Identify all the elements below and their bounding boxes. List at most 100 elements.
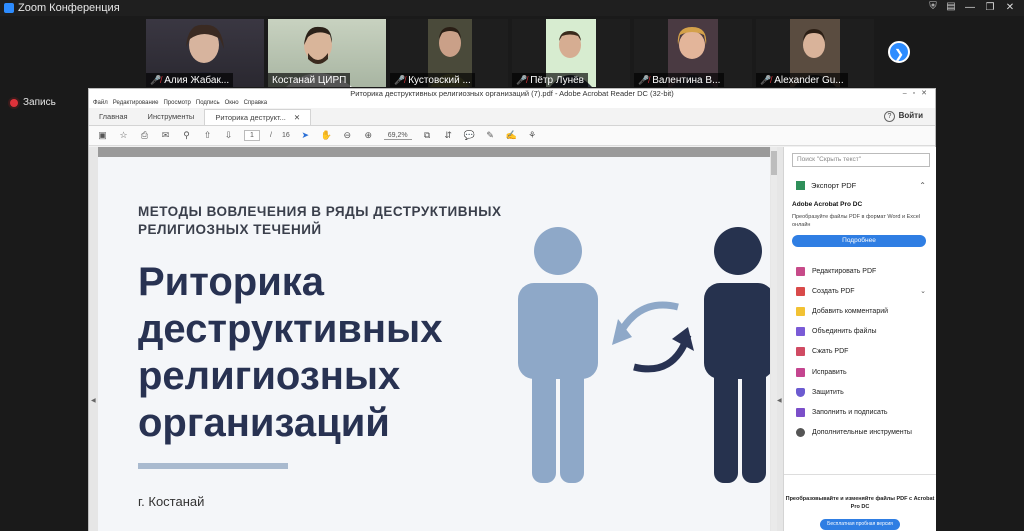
maximize-button[interactable]: ❐ xyxy=(980,0,1000,16)
slide-subtitle-line: МЕТОДЫ ВОВЛЕЧЕНИЯ В РЯДЫ ДЕСТРУКТИВНЫХ xyxy=(138,204,502,219)
chevron-right-icon[interactable]: ❯ xyxy=(888,41,910,63)
select-cursor-icon[interactable]: ➤ xyxy=(300,130,311,141)
slide-title-line: религиозных xyxy=(138,354,401,398)
participant-tile-active[interactable]: Костанай ЦИРП xyxy=(268,19,386,87)
tools-search-input[interactable]: Поиск "Скрыть текст" xyxy=(792,153,930,167)
chevron-up-icon[interactable]: ⌃ xyxy=(919,181,926,190)
participant-tile[interactable]: 🎤̸ Кустовский ... xyxy=(390,19,508,87)
record-dot-icon xyxy=(10,98,18,107)
participant-tile[interactable]: 🎤̸ Алия Жабак... xyxy=(146,19,264,87)
promo-title: Adobe Acrobat Pro DC xyxy=(792,201,863,208)
participant-tile[interactable]: 🎤̸ Пётр Лунёв xyxy=(512,19,630,87)
acrobat-titlebar: Риторика деструктивных религиозных орган… xyxy=(89,89,935,99)
tab-document[interactable]: Риторика деструкт... ✕ xyxy=(204,109,312,126)
learn-more-button[interactable]: Подробнее xyxy=(792,235,926,247)
shield-icon[interactable]: ⛨ xyxy=(926,0,940,14)
zoom-in-icon[interactable]: ⊕ xyxy=(363,130,374,141)
scrollbar-thumb[interactable] xyxy=(771,151,777,175)
participant-name: Кустовский ... xyxy=(408,74,471,86)
redact-icon xyxy=(796,367,805,377)
tool-redact[interactable]: Исправить xyxy=(784,362,936,382)
export-pdf-item[interactable]: Экспорт PDF ⌃ xyxy=(784,179,936,191)
page-number-input[interactable]: 1 xyxy=(244,130,260,141)
menu-sign[interactable]: Подпись xyxy=(196,99,220,108)
participant-name: Alexander Gu... xyxy=(774,74,844,86)
tool-create-pdf[interactable]: Создать PDF ⌄ xyxy=(784,281,936,301)
hand-tool-icon[interactable]: ✋ xyxy=(321,130,332,141)
tool-edit-pdf[interactable]: Редактировать PDF xyxy=(784,261,936,281)
close-button[interactable]: ✕ xyxy=(1000,0,1020,16)
menu-file[interactable]: Файл xyxy=(93,99,108,108)
view-options-icon[interactable]: ▤ xyxy=(944,0,958,14)
participant-name: Пётр Лунёв xyxy=(530,74,584,86)
tool-fill-sign[interactable]: Заполнить и подписать xyxy=(784,402,936,422)
sign-icon[interactable]: ✍ xyxy=(506,130,517,141)
slide-title: Риторика деструктивных религиозных орган… xyxy=(138,259,442,447)
tab-tools[interactable]: Инструменты xyxy=(138,109,205,125)
menu-view[interactable]: Просмотр xyxy=(163,99,190,108)
create-pdf-icon xyxy=(796,286,805,296)
comment-icon[interactable]: 💬 xyxy=(464,130,475,141)
free-trial-button[interactable]: Бесплатная пробная версия xyxy=(820,519,900,530)
menu-edit[interactable]: Редактирование xyxy=(113,99,159,108)
highlight-pen-icon[interactable]: ✎ xyxy=(485,130,496,141)
next-page-icon[interactable]: ⇩ xyxy=(223,130,234,141)
zoom-select[interactable]: 69,2% xyxy=(383,132,412,140)
vertical-scrollbar[interactable] xyxy=(771,147,777,531)
tool-combine-files[interactable]: Объединить файлы xyxy=(784,322,936,342)
acrobat-pro-promo: Adobe Acrobat Pro DC Преобразуйте файлы … xyxy=(784,191,936,247)
email-icon[interactable]: ✉ xyxy=(160,130,171,141)
close-tab-icon[interactable]: ✕ xyxy=(294,110,300,126)
tool-label: Объединить файлы xyxy=(812,328,877,336)
right-panel-toggle-icon[interactable]: ◀ xyxy=(777,397,782,404)
zoom-logo-icon xyxy=(4,3,14,13)
chevron-down-icon[interactable]: ⌄ xyxy=(920,287,926,295)
mic-muted-icon: 🎤̸ xyxy=(394,74,406,85)
recording-label: Запись xyxy=(23,97,56,108)
slide-title-line: деструктивных xyxy=(138,307,443,351)
acrobat-window-controls[interactable]: –▫✕ xyxy=(903,89,933,99)
minimize-button[interactable]: — xyxy=(960,0,980,16)
tool-label: Сжать PDF xyxy=(812,348,849,356)
tool-label: Добавить комментарий xyxy=(812,307,889,315)
participant-name: Валентина В... xyxy=(652,74,721,86)
search-icon[interactable]: ⚲ xyxy=(181,130,192,141)
prev-page-icon[interactable]: ⇧ xyxy=(202,130,213,141)
combine-files-icon xyxy=(796,327,805,337)
promo-description: Преобразуйте файлы PDF в формат Word и E… xyxy=(792,214,921,228)
trial-promo-text: Преобразовывайте и изменяйте файлы PDF с… xyxy=(785,496,935,510)
slide-title-line: организаций xyxy=(138,401,390,445)
menu-window[interactable]: Окно xyxy=(225,99,239,108)
fit-page-icon[interactable]: ⧉ xyxy=(422,130,433,141)
document-view[interactable]: ◀ МЕТОДЫ ВОВЛЕЧЕНИЯ В РЯДЫ ДЕСТРУКТИВНЫХ… xyxy=(89,147,783,531)
tool-protect[interactable]: Защитить xyxy=(784,382,936,402)
signin-button[interactable]: Войти xyxy=(899,111,923,120)
participant-name: Костанай ЦИРП xyxy=(272,74,347,86)
menu-help[interactable]: Справка xyxy=(244,99,268,108)
zoom-screen: Zoom Конференция ⛨ ▤ — ❐ ✕ 🎤̸ Алия Жабак.… xyxy=(0,0,1024,531)
stamp-icon[interactable]: ⚘ xyxy=(527,130,538,141)
tool-add-comment[interactable]: Добавить комментарий xyxy=(784,301,936,321)
tool-label: Редактировать PDF xyxy=(812,267,877,275)
acrobat-window-title: Риторика деструктивных религиозных орган… xyxy=(350,89,674,98)
trial-promo: Преобразовывайте и изменяйте файлы PDF с… xyxy=(784,474,936,531)
zoom-out-icon[interactable]: ⊖ xyxy=(342,130,353,141)
zoom-window-title: Zoom Конференция xyxy=(18,2,120,14)
scroll-mode-icon[interactable]: ⇵ xyxy=(443,130,454,141)
tool-compress-pdf[interactable]: Сжать PDF xyxy=(784,342,936,362)
bookmark-star-icon[interactable]: ☆ xyxy=(118,130,129,141)
slide-subtitle-line: РЕЛИГИОЗНЫХ ТЕЧЕНИЙ xyxy=(138,222,322,237)
shield-icon xyxy=(796,387,805,397)
tab-home[interactable]: Главная xyxy=(89,109,138,125)
participant-tile[interactable]: 🎤̸ Валентина В... xyxy=(634,19,752,87)
left-panel-toggle-icon[interactable]: ◀ xyxy=(91,397,96,404)
tools-pane: Поиск "Скрыть текст" Экспорт PDF ⌃ Adobe… xyxy=(783,147,936,531)
participant-tile[interactable]: 🎤̸ Alexander Gu... xyxy=(756,19,874,87)
print-icon[interactable]: ⎙ xyxy=(139,130,150,141)
save-icon[interactable]: ▣ xyxy=(97,130,108,141)
zoom-titlebar: Zoom Конференция ⛨ ▤ — ❐ ✕ xyxy=(0,0,1024,16)
participant-gallery: 🎤̸ Алия Жабак... Костанай ЦИРП 🎤̸ Кустовск… xyxy=(146,19,874,87)
person-dark-figure xyxy=(704,227,770,483)
tool-more-tools[interactable]: Дополнительные инструменты xyxy=(784,423,936,443)
help-icon[interactable]: ? xyxy=(884,111,895,122)
